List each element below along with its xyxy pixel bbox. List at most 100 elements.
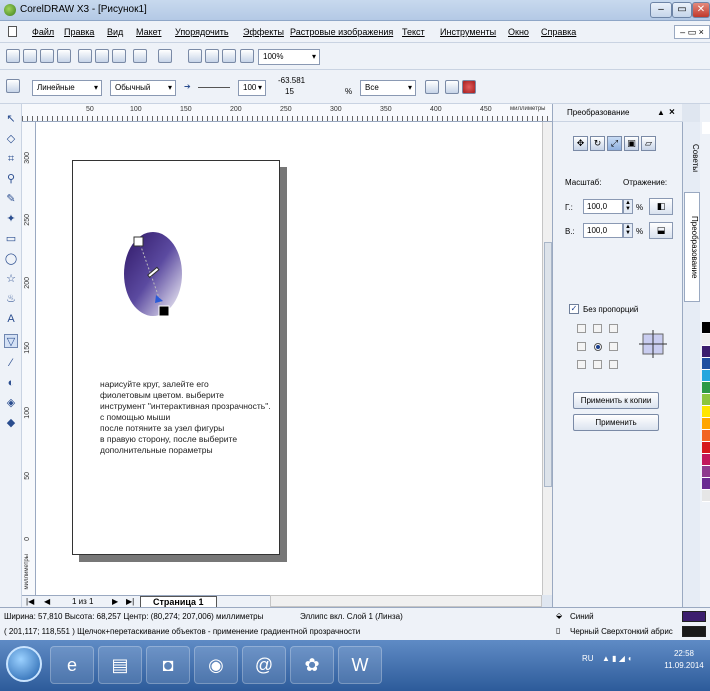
anchor-bottom-center[interactable] bbox=[593, 360, 602, 369]
transparency-end-handle[interactable] bbox=[158, 305, 170, 317]
palette-swatch[interactable] bbox=[702, 454, 710, 466]
horizontal-scale-stepper[interactable]: ▲ ▼ bbox=[623, 199, 633, 214]
transparency-slider[interactable] bbox=[198, 87, 230, 88]
ellipse-tool-icon[interactable]: ◯ bbox=[4, 252, 18, 266]
fill-color-swatch[interactable] bbox=[682, 611, 706, 622]
save-icon[interactable] bbox=[40, 49, 54, 63]
menu-window[interactable]: Окно bbox=[508, 27, 529, 37]
mirror-vertical-button[interactable]: ⬓ bbox=[649, 222, 673, 239]
file-explorer-icon[interactable]: ▤ bbox=[98, 646, 142, 684]
palette-swatch[interactable] bbox=[702, 466, 710, 478]
shape-tool-icon[interactable]: ◇ bbox=[4, 132, 18, 146]
word-icon[interactable]: W bbox=[338, 646, 382, 684]
menu-layout[interactable]: Макет bbox=[136, 27, 161, 37]
palette-swatch[interactable] bbox=[702, 430, 710, 442]
palette-swatch[interactable] bbox=[702, 382, 710, 394]
text-tool-icon[interactable]: A bbox=[4, 312, 18, 326]
horizontal-scrollbar[interactable] bbox=[270, 595, 542, 607]
prev-page-button[interactable]: ◀ bbox=[44, 597, 50, 606]
freeze-icon[interactable] bbox=[425, 80, 439, 94]
language-indicator[interactable]: RU bbox=[582, 654, 594, 663]
fill-tool-icon[interactable]: ◈ bbox=[4, 396, 18, 410]
rotate-mode-icon[interactable]: ↻ bbox=[590, 136, 605, 151]
application-launcher-icon[interactable] bbox=[222, 49, 236, 63]
redo-icon[interactable] bbox=[158, 49, 172, 63]
drawing-canvas[interactable]: нарисуйте круг, залейте его фиолетовым ц… bbox=[36, 122, 542, 595]
anchor-middle-left[interactable] bbox=[577, 342, 586, 351]
mail-icon[interactable]: @ bbox=[242, 646, 286, 684]
palette-swatch[interactable] bbox=[702, 442, 710, 454]
clock[interactable]: 22:58 11.09.2014 bbox=[660, 648, 708, 672]
menu-bitmaps[interactable]: Растровые изображения bbox=[290, 27, 393, 37]
open-icon[interactable] bbox=[23, 49, 37, 63]
outline-tool-icon[interactable]: ◐ bbox=[4, 376, 18, 390]
vertical-scale-stepper[interactable]: ▲ ▼ bbox=[623, 223, 633, 238]
anchor-bottom-right[interactable] bbox=[609, 360, 618, 369]
palette-swatch[interactable] bbox=[702, 406, 710, 418]
anchor-middle-right[interactable] bbox=[609, 342, 618, 351]
undo-icon[interactable] bbox=[133, 49, 147, 63]
palette-swatch[interactable] bbox=[702, 346, 710, 358]
palette-swatch[interactable] bbox=[702, 394, 710, 406]
tray-icons[interactable]: ▲ ▮ ◢ ◖ bbox=[602, 654, 632, 663]
vertical-scroll-thumb[interactable] bbox=[544, 242, 552, 487]
palette-swatch[interactable] bbox=[702, 478, 710, 490]
zoom-level-dropdown[interactable]: 100% bbox=[258, 49, 320, 65]
size-mode-icon[interactable]: ▣ bbox=[624, 136, 639, 151]
palette-swatch[interactable] bbox=[702, 122, 710, 134]
menu-file[interactable]: Файл bbox=[32, 27, 54, 37]
coreldraw-taskbar-icon[interactable]: ✿ bbox=[290, 646, 334, 684]
internet-explorer-icon[interactable]: e bbox=[50, 646, 94, 684]
skew-mode-icon[interactable]: ▱ bbox=[641, 136, 656, 151]
vertical-scale-input[interactable]: 100,0 bbox=[583, 223, 623, 238]
export-icon[interactable] bbox=[205, 49, 219, 63]
horizontal-scale-input[interactable]: 100,0 bbox=[583, 199, 623, 214]
zoom-tool-icon[interactable]: ⚲ bbox=[4, 172, 18, 186]
tab-tips[interactable]: Советы bbox=[684, 128, 700, 188]
angle-x-input[interactable]: -63.581 bbox=[278, 76, 305, 85]
smart-fill-tool-icon[interactable]: ✦ bbox=[4, 212, 18, 226]
clear-transparency-icon[interactable] bbox=[462, 80, 476, 94]
first-page-button[interactable]: |◀ bbox=[26, 597, 34, 606]
transparency-target-dropdown[interactable]: Все bbox=[360, 80, 416, 96]
tab-transform[interactable]: Преобразование bbox=[684, 192, 700, 302]
anchor-bottom-left[interactable] bbox=[577, 360, 586, 369]
paste-icon[interactable] bbox=[112, 49, 126, 63]
close-button[interactable]: ✕ bbox=[692, 2, 710, 18]
menu-tools[interactable]: Инструменты bbox=[440, 27, 496, 37]
transparency-mode-dropdown[interactable]: Обычный bbox=[110, 80, 176, 96]
palette-swatch[interactable] bbox=[702, 334, 710, 346]
copy-icon[interactable] bbox=[95, 49, 109, 63]
start-button[interactable] bbox=[6, 646, 42, 682]
menu-help[interactable]: Справка bbox=[541, 27, 576, 37]
outline-color-swatch[interactable] bbox=[682, 626, 706, 637]
anchor-top-right[interactable] bbox=[609, 324, 618, 333]
maximize-button[interactable]: ▭ bbox=[672, 2, 692, 18]
palette-swatch[interactable] bbox=[702, 322, 710, 334]
transparency-type-dropdown[interactable]: Линейные bbox=[32, 80, 102, 96]
copy-properties-icon[interactable] bbox=[445, 80, 459, 94]
pick-tool-icon[interactable]: ↖ bbox=[4, 112, 18, 126]
position-mode-icon[interactable]: ✥ bbox=[573, 136, 588, 151]
vertical-scrollbar[interactable] bbox=[542, 122, 552, 595]
anchor-top-center[interactable] bbox=[593, 324, 602, 333]
minimize-button[interactable]: – bbox=[650, 2, 672, 18]
last-page-button[interactable]: ▶| bbox=[126, 597, 134, 606]
apply-button[interactable]: Применить bbox=[573, 414, 659, 431]
drawing-page[interactable]: нарисуйте круг, залейте его фиолетовым ц… bbox=[72, 160, 280, 555]
angle-y-input[interactable]: 15 bbox=[285, 87, 294, 96]
cut-icon[interactable] bbox=[78, 49, 92, 63]
crop-tool-icon[interactable]: ⌗ bbox=[4, 152, 18, 166]
menu-text[interactable]: Текст bbox=[402, 27, 425, 37]
palette-swatch[interactable] bbox=[702, 358, 710, 370]
docker-close-icon[interactable]: × bbox=[669, 104, 675, 122]
anchor-center[interactable] bbox=[594, 343, 602, 351]
chrome-icon[interactable]: ◉ bbox=[194, 646, 238, 684]
welcome-screen-icon[interactable] bbox=[240, 49, 254, 63]
eyedropper-tool-icon[interactable]: ⁄ bbox=[4, 356, 18, 370]
scale-mode-icon[interactable]: ⤢ bbox=[607, 136, 622, 151]
menu-view[interactable]: Вид bbox=[107, 27, 123, 37]
mirror-horizontal-button[interactable]: ◧ bbox=[649, 198, 673, 215]
basic-shapes-tool-icon[interactable]: ♨ bbox=[4, 292, 18, 306]
office-icon[interactable]: ◘ bbox=[146, 646, 190, 684]
